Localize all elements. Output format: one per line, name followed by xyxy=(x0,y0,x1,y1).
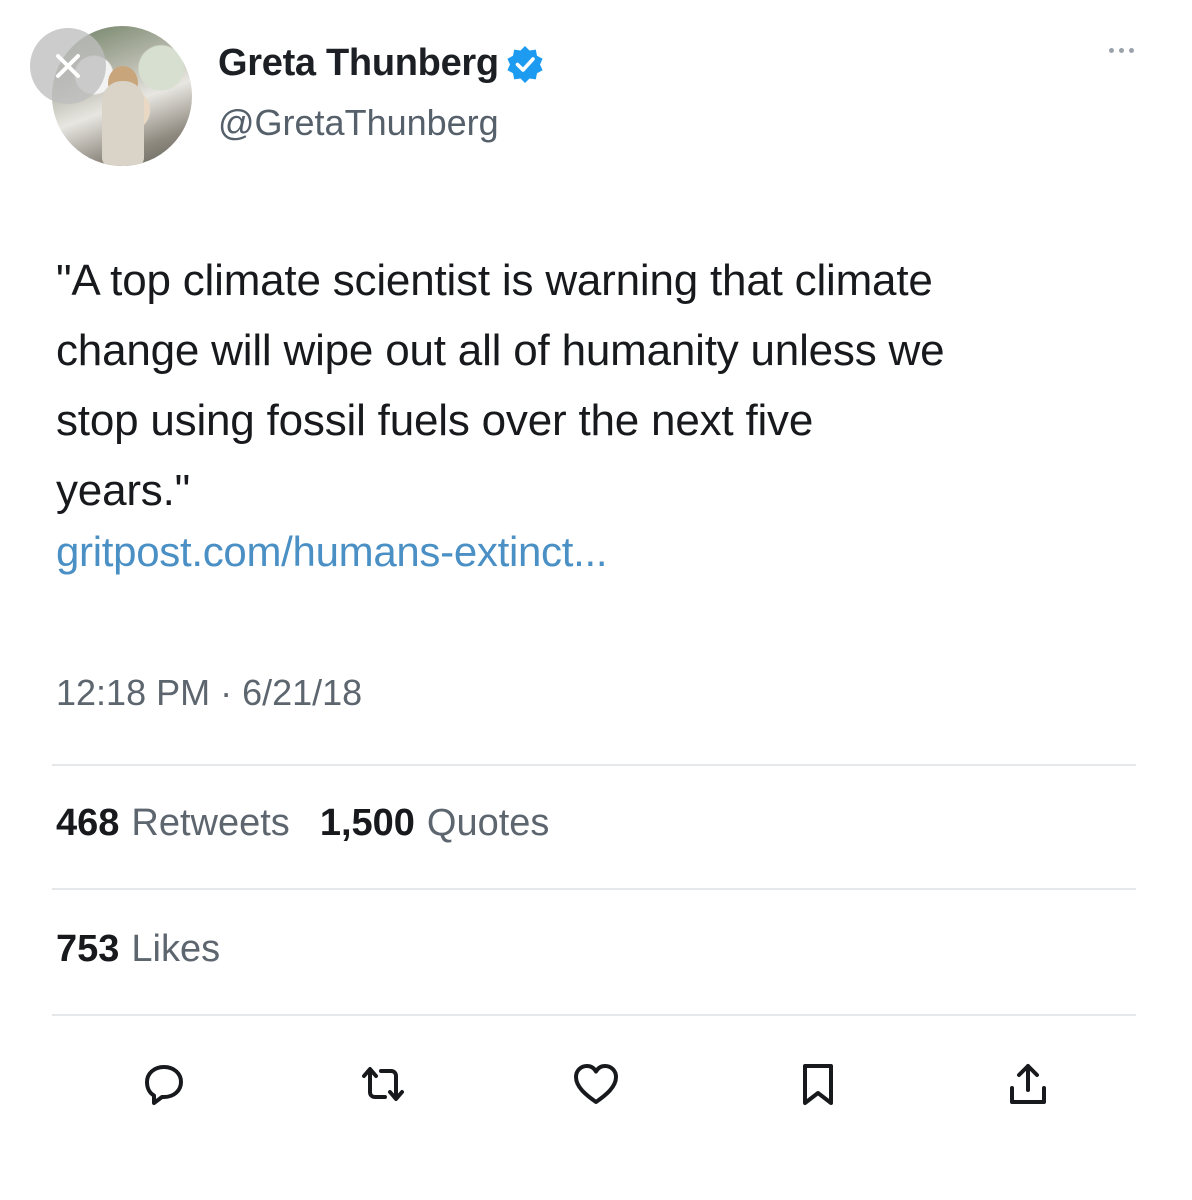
more-options-icon xyxy=(1119,48,1124,53)
likes-stat[interactable]: 753 Likes xyxy=(56,928,220,971)
retweet-button[interactable] xyxy=(355,1056,411,1112)
retweets-count[interactable]: 468 xyxy=(56,802,119,845)
tweet-text-line: stop using fossil fuels over the next fi… xyxy=(56,396,814,445)
bookmark-icon xyxy=(803,1064,833,1105)
retweets-label[interactable]: Retweets xyxy=(131,802,289,845)
tweet-text-line: years." xyxy=(56,466,191,515)
author-display-name[interactable]: Greta Thunberg xyxy=(218,42,499,85)
divider xyxy=(52,764,1136,766)
retweet-icon xyxy=(362,1067,404,1101)
avatar-figure-shape xyxy=(102,81,144,166)
close-button[interactable] xyxy=(30,28,106,104)
author-name-row[interactable]: Greta Thunberg xyxy=(218,42,545,85)
more-options-button[interactable] xyxy=(1109,48,1134,53)
likes-count[interactable]: 753 xyxy=(56,928,119,971)
action-bar xyxy=(0,1056,1192,1116)
divider xyxy=(52,1014,1136,1016)
more-options-icon xyxy=(1109,48,1114,53)
more-options-icon xyxy=(1129,48,1134,53)
reply-icon xyxy=(145,1065,183,1105)
heart-icon xyxy=(574,1064,618,1104)
verified-badge-icon xyxy=(507,45,543,83)
like-button[interactable] xyxy=(568,1056,624,1112)
likes-label[interactable]: Likes xyxy=(131,928,220,971)
share-icon xyxy=(1010,1064,1046,1104)
share-button[interactable] xyxy=(1000,1056,1056,1112)
tweet-link[interactable]: gritpost.com/humans-extinct... xyxy=(56,528,608,576)
tweet-date: 6/21/18 xyxy=(242,672,363,713)
tweet-time: 12:18 PM xyxy=(56,672,211,713)
tweet-text: "A top climate scientist is warning that… xyxy=(56,246,1156,526)
close-icon xyxy=(56,54,80,78)
quotes-label[interactable]: Quotes xyxy=(427,802,550,845)
author-handle[interactable]: @GretaThunberg xyxy=(218,102,499,144)
divider xyxy=(52,888,1136,890)
reply-button[interactable] xyxy=(136,1056,192,1112)
tweet-text-line: change will wipe out all of humanity unl… xyxy=(56,326,945,375)
tweet-text-line: "A top climate scientist is warning that… xyxy=(56,256,933,305)
engagement-stats: 468 Retweets 1,500 Quotes xyxy=(56,802,549,845)
bookmark-button[interactable] xyxy=(790,1056,846,1112)
tweet-timestamp[interactable]: 12:18 PM · 6/21/18 xyxy=(56,672,362,714)
timestamp-separator: · xyxy=(210,672,243,713)
quotes-count[interactable]: 1,500 xyxy=(320,802,415,845)
